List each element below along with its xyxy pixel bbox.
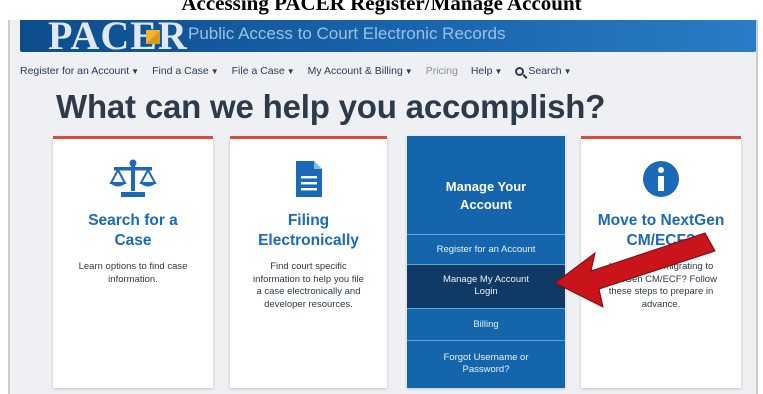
chevron-down-icon: ▼ bbox=[131, 66, 140, 76]
card-manage-account: Manage Your Account Register for an Acco… bbox=[407, 136, 565, 388]
chevron-down-icon: ▼ bbox=[404, 66, 413, 76]
nav-account-billing[interactable]: My Account & Billing ▼ bbox=[308, 65, 413, 77]
chevron-down-icon: ▼ bbox=[210, 66, 219, 76]
search-icon bbox=[515, 66, 525, 76]
forgot-username-password-link[interactable]: Forgot Username or Password? bbox=[407, 340, 565, 388]
nav-register[interactable]: Register for an Account ▼ bbox=[20, 65, 139, 77]
card-title[interactable]: Filing Electronically bbox=[230, 211, 387, 251]
card-search-case[interactable]: Search for a Case Learn options to find … bbox=[53, 136, 213, 388]
pacer-homepage: PACER Public Access to Court Electronic … bbox=[8, 20, 758, 394]
nav-search[interactable]: Search ▼ bbox=[515, 65, 572, 77]
register-account-link[interactable]: Register for an Account bbox=[407, 234, 565, 264]
main-nav: Register for an Account ▼ Find a Case ▼ … bbox=[20, 60, 756, 82]
billing-link[interactable]: Billing bbox=[407, 308, 565, 340]
slide-caption: Accessing PACER Register/Manage Account bbox=[0, 0, 763, 22]
manage-account-login-link[interactable]: Manage My Account Login bbox=[407, 264, 565, 308]
card-move-nextgen[interactable]: Move to NextGen CM/ECF? Is your court mi… bbox=[581, 136, 741, 388]
scales-icon bbox=[53, 159, 213, 199]
card-title[interactable]: Move to NextGen CM/ECF? bbox=[581, 211, 741, 251]
nav-help[interactable]: Help ▼ bbox=[471, 65, 503, 77]
card-title[interactable]: Search for a Case bbox=[53, 211, 213, 251]
page-title: What can we help you accomplish? bbox=[56, 88, 606, 125]
pacer-banner: PACER Public Access to Court Electronic … bbox=[20, 20, 756, 52]
info-icon bbox=[581, 159, 741, 199]
chevron-down-icon: ▼ bbox=[286, 66, 295, 76]
chevron-down-icon: ▼ bbox=[563, 66, 572, 76]
document-icon bbox=[230, 159, 387, 199]
card-description: Learn options to find case information. bbox=[78, 261, 188, 285]
site-tagline: Public Access to Court Electronic Record… bbox=[188, 24, 506, 43]
manage-account-title: Manage Your Account bbox=[445, 179, 527, 212]
nav-pricing[interactable]: Pricing bbox=[426, 65, 458, 77]
nav-find-case[interactable]: Find a Case ▼ bbox=[152, 65, 219, 77]
nav-file-case[interactable]: File a Case ▼ bbox=[232, 65, 295, 77]
card-description: Find court specific information to help … bbox=[253, 261, 364, 310]
card-filing-electronically[interactable]: Filing Electronically Find court specifi… bbox=[230, 136, 387, 388]
logo-mark-icon bbox=[146, 30, 160, 44]
pacer-logo[interactable]: PACER bbox=[48, 20, 188, 52]
card-description: Is your court migrating to NextGen CM/EC… bbox=[605, 261, 717, 310]
chevron-down-icon: ▼ bbox=[494, 66, 503, 76]
